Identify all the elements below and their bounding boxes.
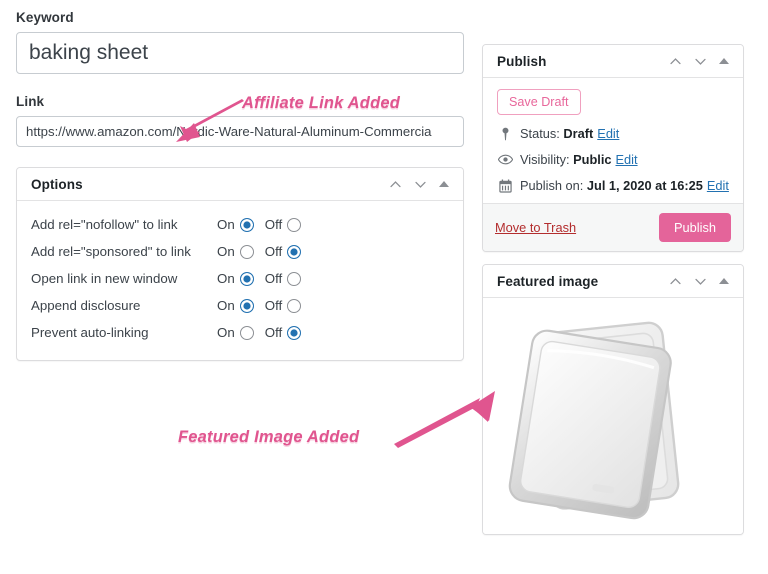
publish-panel-header[interactable]: Publish — [483, 45, 743, 78]
annotation-featured-image: Featured Image Added — [178, 428, 360, 446]
save-draft-button[interactable]: Save Draft — [497, 89, 581, 115]
option-on-choice[interactable]: On — [217, 271, 254, 286]
featured-image-thumbnail[interactable] — [507, 309, 719, 527]
option-row: Append disclosure On Off — [31, 292, 449, 319]
radio-off[interactable] — [287, 271, 302, 286]
radio-on[interactable] — [239, 244, 254, 259]
featured-image-panel-header[interactable]: Featured image — [483, 265, 743, 298]
arrow-featured-image-icon — [394, 391, 495, 448]
schedule-edit-link[interactable]: Edit — [707, 178, 729, 193]
option-off-choice[interactable]: Off — [265, 325, 302, 340]
option-radio-group: On Off — [217, 217, 302, 232]
publish-panel-header-icons — [669, 55, 731, 68]
triangle-up-icon[interactable] — [439, 181, 449, 187]
featured-image-panel: Featured image — [482, 264, 744, 535]
publish-panel-body: Save Draft Status: Draft Edit Visibility… — [483, 78, 743, 203]
option-on-label: On — [217, 325, 235, 340]
option-on-choice[interactable]: On — [217, 217, 254, 232]
arrow-affiliate-link-icon — [176, 99, 244, 142]
chevron-up-icon[interactable] — [669, 275, 682, 288]
option-on-choice[interactable]: On — [217, 298, 254, 313]
option-off-label: Off — [264, 244, 283, 259]
calendar-icon — [497, 179, 514, 193]
radio-off[interactable] — [287, 298, 302, 313]
publish-button[interactable]: Publish — [659, 213, 731, 242]
option-off-label: Off — [264, 217, 283, 232]
option-radio-group: On Off — [217, 271, 302, 286]
publish-panel-title: Publish — [497, 53, 547, 69]
option-off-choice[interactable]: Off — [265, 244, 302, 259]
option-row: Open link in new window On Off — [31, 265, 449, 292]
option-off-choice[interactable]: Off — [265, 217, 302, 232]
featured-image-panel-title: Featured image — [497, 273, 599, 289]
visibility-row: Visibility: Public Edit — [497, 152, 729, 167]
option-on-label: On — [217, 271, 235, 286]
option-radio-group: On Off — [217, 325, 302, 340]
publish-panel-footer: Move to Trash Publish — [483, 203, 743, 251]
option-row: Prevent auto-linking On Off — [31, 319, 449, 346]
radio-on[interactable] — [239, 217, 254, 232]
right-column: Publish Save Draft Status: Draft Edit Vi… — [482, 44, 744, 535]
publish-panel: Publish Save Draft Status: Draft Edit Vi… — [482, 44, 744, 252]
schedule-label: Publish on: — [520, 178, 584, 193]
keyword-input[interactable]: baking sheet — [16, 32, 464, 74]
triangle-up-icon[interactable] — [719, 278, 729, 284]
status-edit-link[interactable]: Edit — [597, 126, 619, 141]
option-on-label: On — [217, 298, 235, 313]
chevron-up-icon[interactable] — [389, 178, 402, 191]
option-label: Open link in new window — [31, 271, 178, 286]
radio-on[interactable] — [239, 271, 254, 286]
options-panel-header-icons — [389, 178, 451, 191]
option-label: Append disclosure — [31, 298, 141, 313]
visibility-edit-link[interactable]: Edit — [616, 152, 638, 167]
options-panel-title: Options — [31, 176, 83, 192]
chevron-down-icon[interactable] — [414, 178, 427, 191]
option-on-label: On — [217, 244, 235, 259]
option-row: Add rel="nofollow" to link On Off — [31, 211, 449, 238]
option-off-label: Off — [264, 325, 283, 340]
schedule-row: Publish on: Jul 1, 2020 at 16:25 Edit — [497, 178, 729, 193]
move-to-trash-link[interactable]: Move to Trash — [495, 220, 576, 235]
schedule-value: Jul 1, 2020 at 16:25 — [586, 178, 703, 193]
chevron-down-icon[interactable] — [694, 55, 707, 68]
option-off-choice[interactable]: Off — [265, 271, 302, 286]
status-row: Status: Draft Edit — [497, 126, 729, 141]
triangle-up-icon[interactable] — [719, 58, 729, 64]
featured-image-body[interactable] — [483, 298, 743, 534]
radio-off[interactable] — [287, 325, 302, 340]
visibility-value: Public — [573, 152, 612, 167]
option-row: Add rel="sponsored" to link On Off — [31, 238, 449, 265]
radio-on[interactable] — [239, 325, 254, 340]
option-off-choice[interactable]: Off — [265, 298, 302, 313]
pin-icon — [497, 127, 514, 141]
chevron-down-icon[interactable] — [694, 275, 707, 288]
chevron-up-icon[interactable] — [669, 55, 682, 68]
option-off-label: Off — [264, 298, 283, 313]
visibility-label: Visibility: — [520, 152, 570, 167]
options-panel-header[interactable]: Options — [17, 168, 463, 201]
option-label: Add rel="nofollow" to link — [31, 217, 178, 232]
option-radio-group: On Off — [217, 298, 302, 313]
status-label: Status: — [520, 126, 560, 141]
option-on-choice[interactable]: On — [217, 325, 254, 340]
radio-on[interactable] — [239, 298, 254, 313]
options-panel: Options Add rel="nofollow" to link On Of… — [16, 167, 464, 361]
option-on-choice[interactable]: On — [217, 244, 254, 259]
options-panel-body: Add rel="nofollow" to link On Off Add re… — [17, 201, 463, 360]
option-on-label: On — [217, 217, 235, 232]
status-value: Draft — [563, 126, 594, 141]
keyword-label: Keyword — [16, 10, 74, 25]
radio-off[interactable] — [287, 217, 302, 232]
option-label: Prevent auto-linking — [31, 325, 149, 340]
option-radio-group: On Off — [217, 244, 302, 259]
option-off-label: Off — [264, 271, 283, 286]
editor-page: Keyword baking sheet Link https://www.am… — [0, 0, 768, 574]
left-column: Keyword baking sheet Link https://www.am… — [16, 10, 464, 361]
option-label: Add rel="sponsored" to link — [31, 244, 191, 259]
annotation-affiliate-link: Affiliate Link Added — [242, 94, 401, 112]
featured-image-panel-header-icons — [669, 275, 731, 288]
eye-icon — [497, 154, 514, 165]
radio-off[interactable] — [287, 244, 302, 259]
